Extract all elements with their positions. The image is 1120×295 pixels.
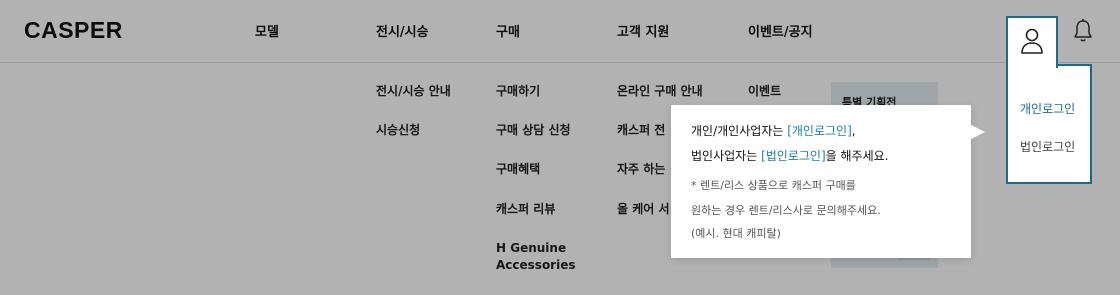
- tooltip-note: * 렌트/리스 상품으로 캐스퍼 구매를: [691, 179, 856, 192]
- tooltip-note: 원하는 경우 렌트/리스사로 문의해주세요.: [691, 204, 881, 217]
- tooltip-line-corporate: 법인사업자는 [법인로그인]을 해주세요.: [691, 147, 888, 164]
- corporate-login-link[interactable]: [법인로그인]: [761, 149, 826, 163]
- user-button[interactable]: [1006, 16, 1058, 68]
- tooltip-text: 법인사업자는: [691, 149, 762, 163]
- tooltip-arrow: [971, 125, 985, 139]
- dropdown-joint: [1008, 62, 1054, 68]
- bell-icon: [1074, 19, 1092, 42]
- personal-login-link[interactable]: [개인로그인]: [787, 124, 852, 138]
- login-guide-tooltip: 개인/개인사업자는 [개인로그인], 법인사업자는 [법인로그인]을 해주세요.…: [671, 105, 985, 258]
- page: CASPER 모델 전시/시승 구매 고객 지원 이벤트/공지 전시/시승 안내…: [0, 0, 1120, 295]
- corporate-login-option[interactable]: 법인로그인: [1020, 138, 1075, 155]
- tooltip-line-personal: 개인/개인사업자는 [개인로그인],: [691, 122, 856, 139]
- tooltip-text: 을 해주세요.: [825, 149, 889, 163]
- personal-login-option[interactable]: 개인로그인: [1020, 100, 1075, 117]
- login-dropdown: 개인로그인 법인로그인: [1006, 64, 1092, 184]
- notification-button[interactable]: [1072, 18, 1094, 44]
- tooltip-text: 개인/개인사업자는: [691, 124, 788, 138]
- user-icon: [1021, 28, 1043, 54]
- tooltip-text: ,: [851, 124, 856, 138]
- tooltip-note: (예시. 현대 캐피탈): [691, 227, 781, 240]
